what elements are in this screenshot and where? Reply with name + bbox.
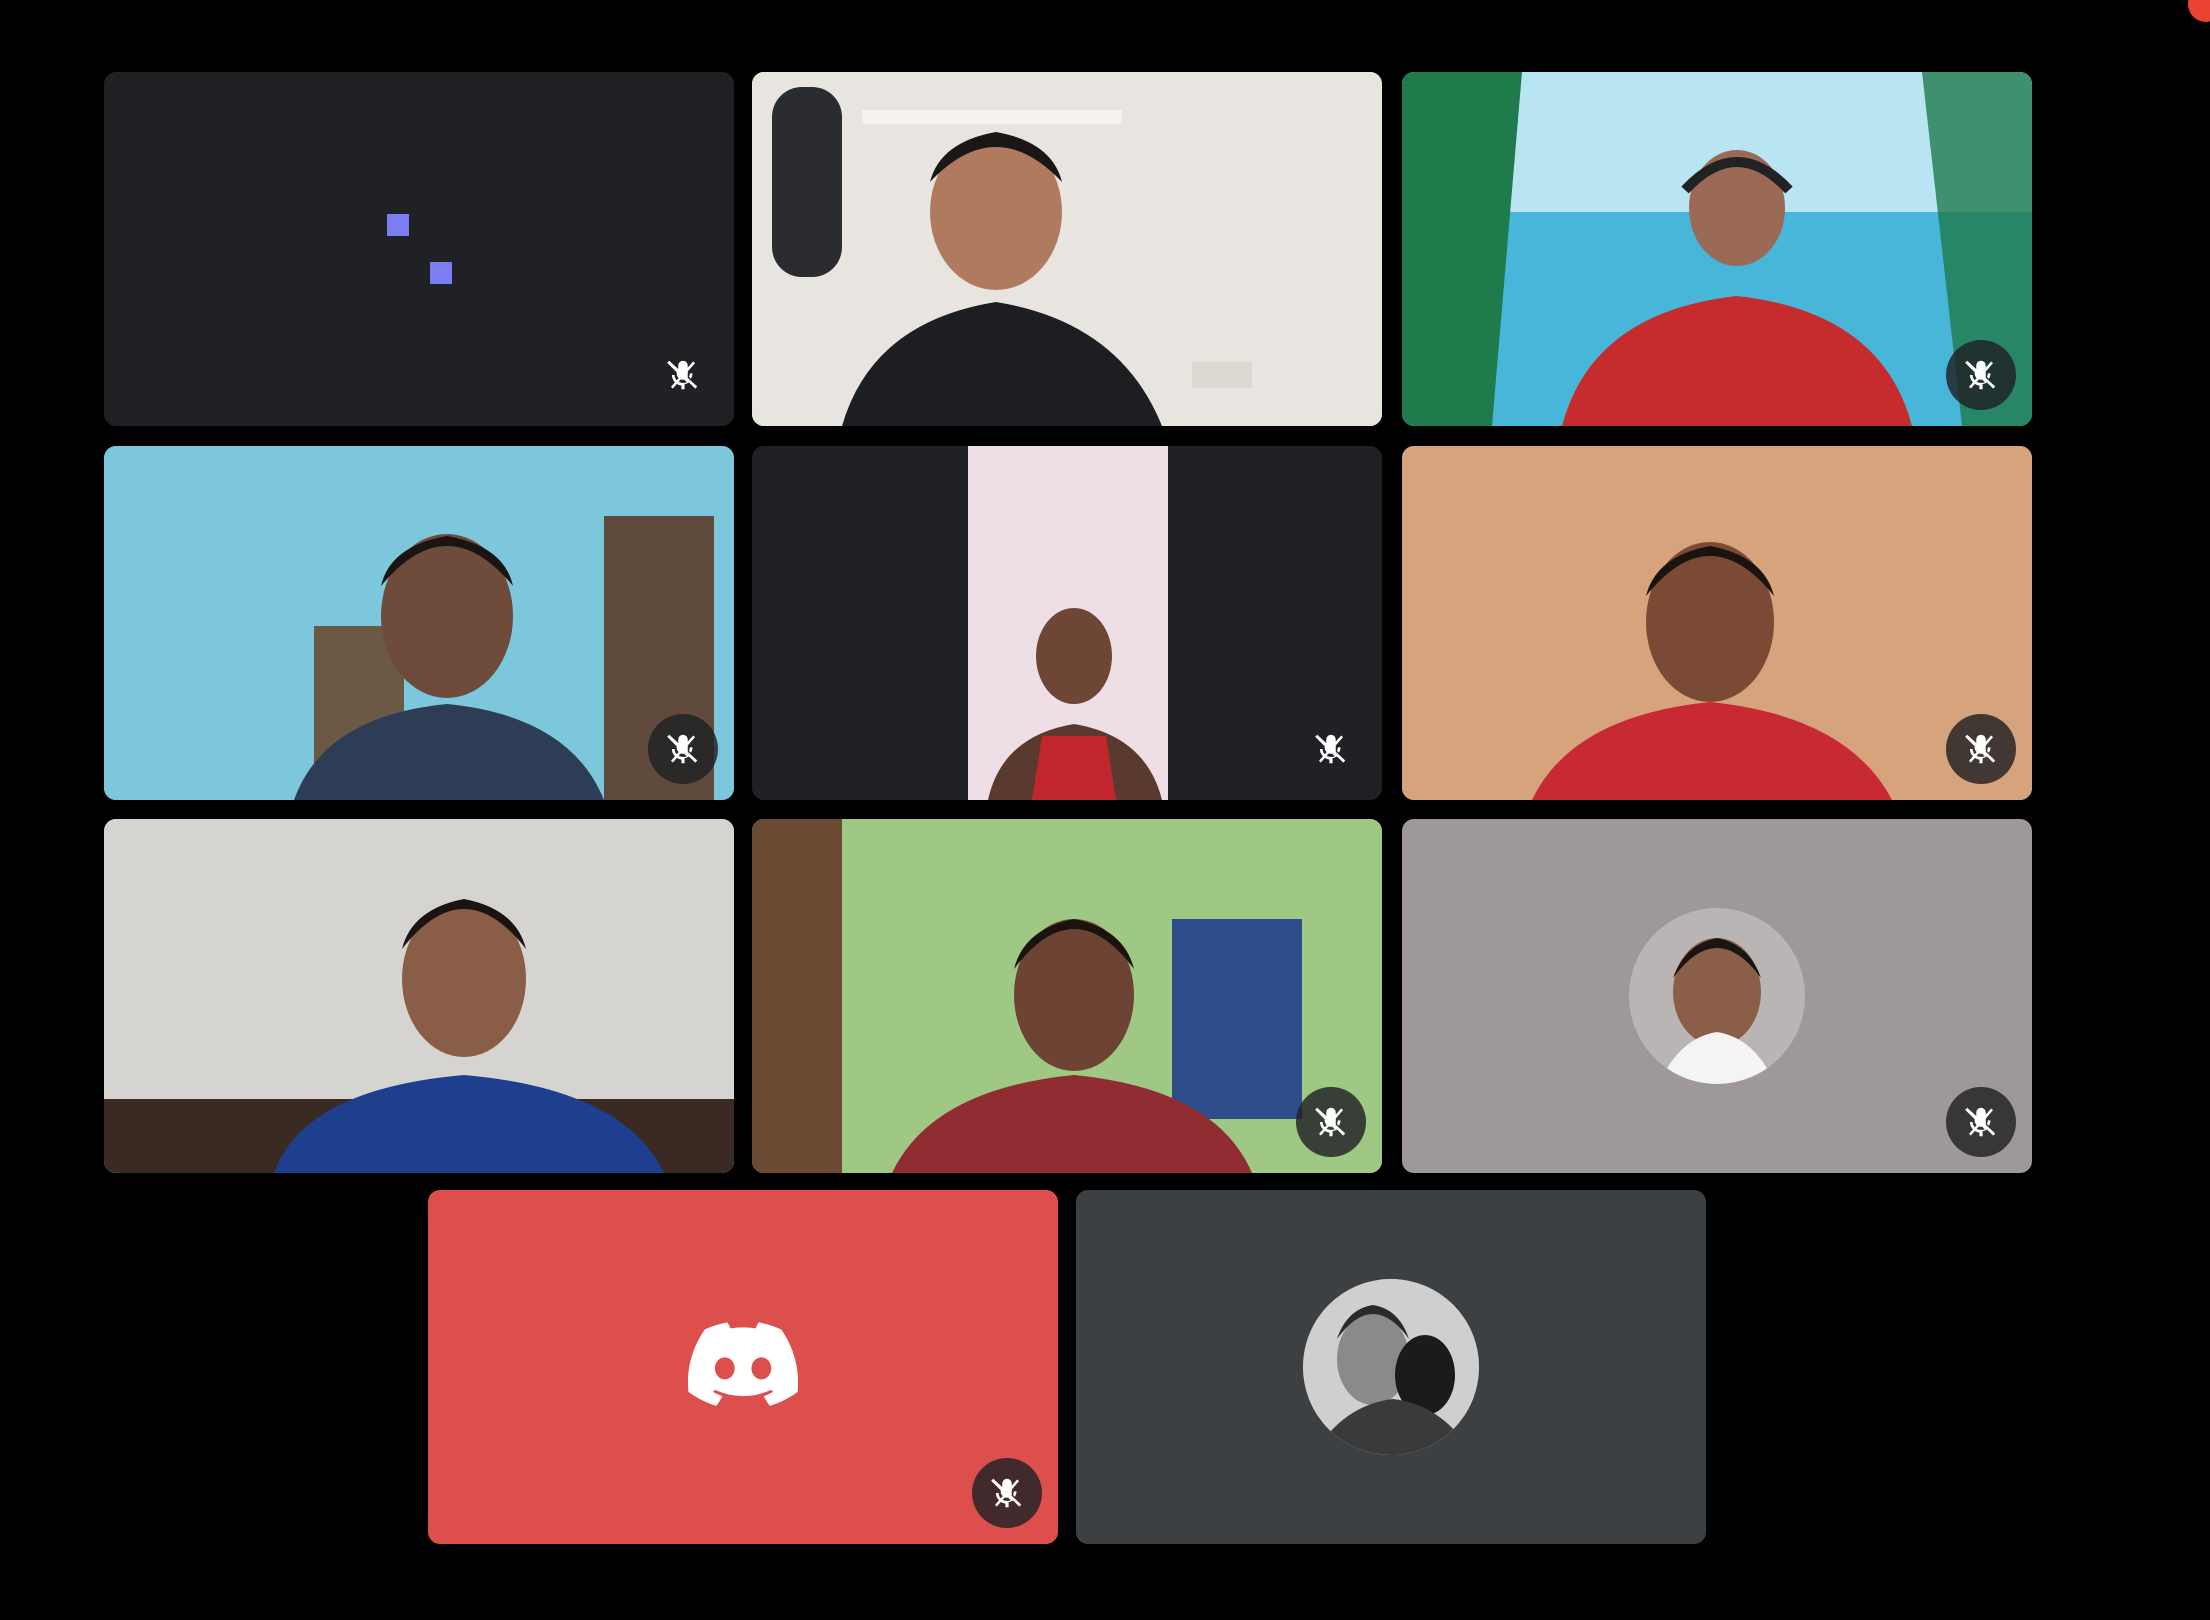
discord-icon: [688, 1322, 798, 1406]
mic-off-icon: [1315, 1107, 1346, 1137]
participant-tile-portrait-camera[interactable]: [752, 446, 1382, 800]
video-feed: [1402, 446, 2032, 800]
mic-off-icon: [667, 360, 698, 390]
avatar-photo: [1303, 1279, 1479, 1455]
mic-off-button[interactable]: [972, 1458, 1042, 1528]
video-feed: [104, 819, 734, 1173]
video-feed: [752, 819, 1382, 1173]
video-feed: [104, 446, 734, 800]
participant-tile-discord-user[interactable]: [428, 1190, 1058, 1544]
avatar: [1303, 1279, 1479, 1455]
notification-dot: [2188, 0, 2210, 22]
avatar: [1629, 908, 1805, 1084]
avatar-photo: [1659, 938, 1775, 1084]
mic-off-button[interactable]: [1946, 340, 2016, 410]
participant-tile-host-speaking[interactable]: [752, 72, 1382, 426]
participant-tile-avatar-grey[interactable]: [1402, 819, 2032, 1173]
video-feed: [968, 446, 1168, 800]
mic-off-button[interactable]: [1296, 714, 1366, 784]
video-feed: [752, 72, 1382, 426]
mic-off-button[interactable]: [1296, 1087, 1366, 1157]
participant-tile-green-room[interactable]: [752, 819, 1382, 1173]
mic-off-icon: [1315, 734, 1346, 764]
mic-off-button[interactable]: [1946, 1087, 2016, 1157]
mic-off-icon: [1965, 1107, 1996, 1137]
mic-off-button[interactable]: [648, 714, 718, 784]
mic-off-button[interactable]: [1946, 714, 2016, 784]
video-feed: [1402, 72, 2032, 426]
mic-off-icon: [1965, 360, 1996, 390]
participant-tile-blue-room[interactable]: [104, 446, 734, 800]
participant-tile-orange-room[interactable]: [1402, 446, 2032, 800]
mic-off-button[interactable]: [648, 340, 718, 410]
loading-dots-icon: [387, 214, 452, 284]
mic-off-icon: [991, 1478, 1022, 1508]
mic-off-icon: [667, 734, 698, 764]
participant-tile-grey-room[interactable]: [104, 819, 734, 1173]
mic-off-icon: [1965, 734, 1996, 764]
participant-tile-avatar-dark[interactable]: [1076, 1190, 1706, 1544]
participant-tile-loading[interactable]: [104, 72, 734, 426]
participant-tile-beach-background[interactable]: [1402, 72, 2032, 426]
